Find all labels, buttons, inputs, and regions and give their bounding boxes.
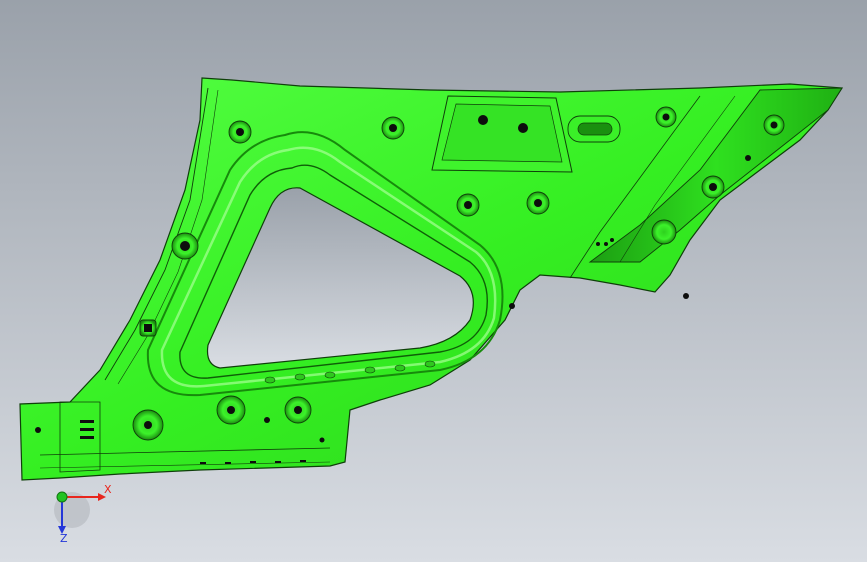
hole-feature	[228, 120, 252, 144]
hole-feature	[132, 409, 164, 441]
hole-feature	[526, 191, 550, 215]
hole-feature	[284, 396, 312, 424]
hole-feature	[381, 116, 405, 140]
small-hole	[509, 303, 515, 309]
hole-feature	[655, 106, 677, 128]
small-hole	[683, 293, 689, 299]
small-hole	[264, 417, 270, 423]
hole-feature	[651, 219, 677, 245]
small-hole	[604, 242, 608, 246]
small-hole	[596, 242, 600, 246]
hole-feature	[701, 175, 725, 199]
3d-viewport[interactable]: X Z	[0, 0, 867, 562]
hole-feature	[139, 319, 157, 337]
hole-feature	[171, 232, 199, 260]
small-hole	[319, 437, 325, 443]
hole-feature	[763, 114, 785, 136]
hole-feature	[456, 193, 480, 217]
model-scene[interactable]: X Z	[0, 0, 867, 562]
hole-feature	[216, 395, 246, 425]
slot-feature	[567, 115, 621, 143]
triad-y-axis	[56, 491, 68, 503]
small-hole	[35, 427, 41, 433]
top-rect-boss	[431, 95, 573, 173]
small-hole	[610, 238, 614, 242]
small-hole	[745, 155, 751, 161]
triad-x-label: X	[104, 483, 112, 496]
triad-z-label: Z	[60, 532, 68, 545]
